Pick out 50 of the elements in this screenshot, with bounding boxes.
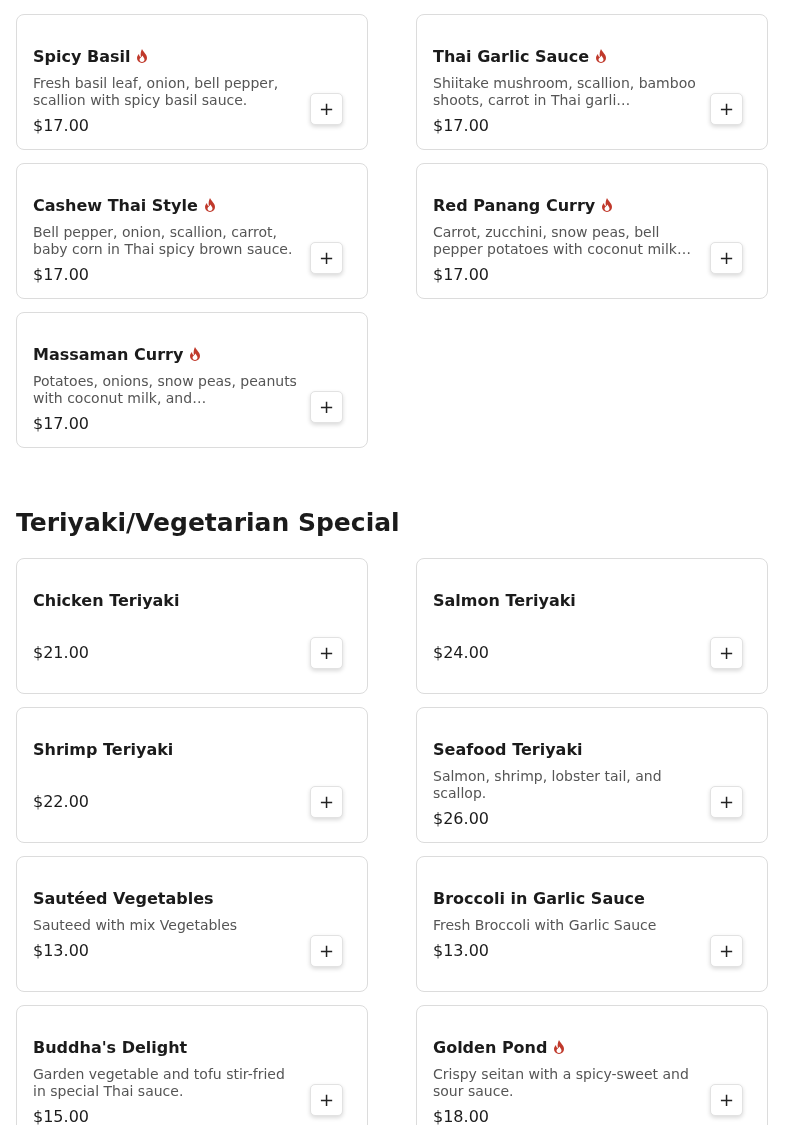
add-button[interactable]: + (310, 786, 343, 818)
dish-price: $15.00 (33, 1106, 90, 1125)
dish-name: Cashew Thai Style (33, 196, 198, 215)
dish-name: Seafood Teriyaki (433, 740, 583, 759)
add-button[interactable]: + (710, 93, 743, 125)
dish-description: Fresh basil leaf, onion, bell pepper, scallion with spicy basil sauce. (33, 75, 280, 109)
dish-description: Salmon, shrimp, lobster tail, and scallop. (433, 768, 663, 802)
dish-price: $18.00 (433, 1106, 490, 1125)
dish-name: Shrimp Teriyaki (33, 740, 174, 759)
dish-description: Bell pepper, onion, scallion, carrot, baby corn in Thai spicy brown sauce. (33, 224, 294, 258)
add-button[interactable]: + (310, 391, 343, 423)
dish-price: $26.00 (433, 808, 490, 830)
dish-price: $13.00 (433, 940, 490, 962)
dish-name: Broccoli in Garlic Sauce (433, 889, 645, 908)
add-button[interactable]: + (710, 935, 743, 967)
dish-name: Spicy Basil (33, 47, 131, 66)
section-heading: Teriyaki/Vegetarian Special (16, 508, 401, 538)
dish-name: Sautéed Vegetables (33, 889, 214, 908)
dish-name: Massaman Curry (33, 345, 184, 364)
dish-name: Thai Garlic Sauce (433, 47, 590, 66)
dish-description: Garden vegetable and tofu stir-fried in special Thai sauce. (33, 1066, 286, 1100)
dish-name: Red Panang Curry (433, 196, 596, 215)
dish-description: Sauteed with mix Vegetables (33, 917, 239, 934)
add-button[interactable]: + (310, 1084, 343, 1116)
add-button[interactable]: + (310, 637, 343, 669)
dish-name: Salmon Teriyaki (433, 591, 576, 610)
add-button[interactable]: + (710, 637, 743, 669)
add-button[interactable]: + (310, 93, 343, 125)
dish-price: $17.00 (433, 264, 490, 286)
dish-price: $13.00 (33, 940, 90, 962)
dish-name: Chicken Teriyaki (33, 591, 180, 610)
dish-description: Carrot, zucchini, snow peas, bell pepper potatoes with coconut milk… (433, 224, 692, 258)
dish-price: $17.00 (33, 413, 90, 435)
add-button[interactable]: + (710, 242, 743, 274)
dish-description: Potatoes, onions, snow peas, peanuts with coconut milk, and… (33, 373, 298, 407)
dish-price: $22.00 (33, 791, 90, 813)
add-button[interactable]: + (710, 1084, 743, 1116)
dish-price: $17.00 (33, 115, 90, 137)
add-button[interactable]: + (310, 242, 343, 274)
dish-price: $24.00 (433, 642, 490, 664)
dish-price: $17.00 (33, 264, 90, 286)
dish-name: Golden Pond (433, 1038, 548, 1057)
dish-description: Fresh Broccoli with Garlic Sauce (433, 917, 658, 934)
dish-name: Buddha's Delight (33, 1038, 188, 1057)
add-button[interactable]: + (310, 935, 343, 967)
dish-price: $21.00 (33, 642, 90, 664)
dish-description: Shiitake mushroom, scallion, bamboo shoots, carrot in Thai garli… (433, 75, 697, 109)
dish-description: Crispy seitan with a spicy-sweet and sour sauce. (433, 1066, 690, 1100)
dish-price: $17.00 (433, 115, 490, 137)
add-button[interactable]: + (710, 786, 743, 818)
